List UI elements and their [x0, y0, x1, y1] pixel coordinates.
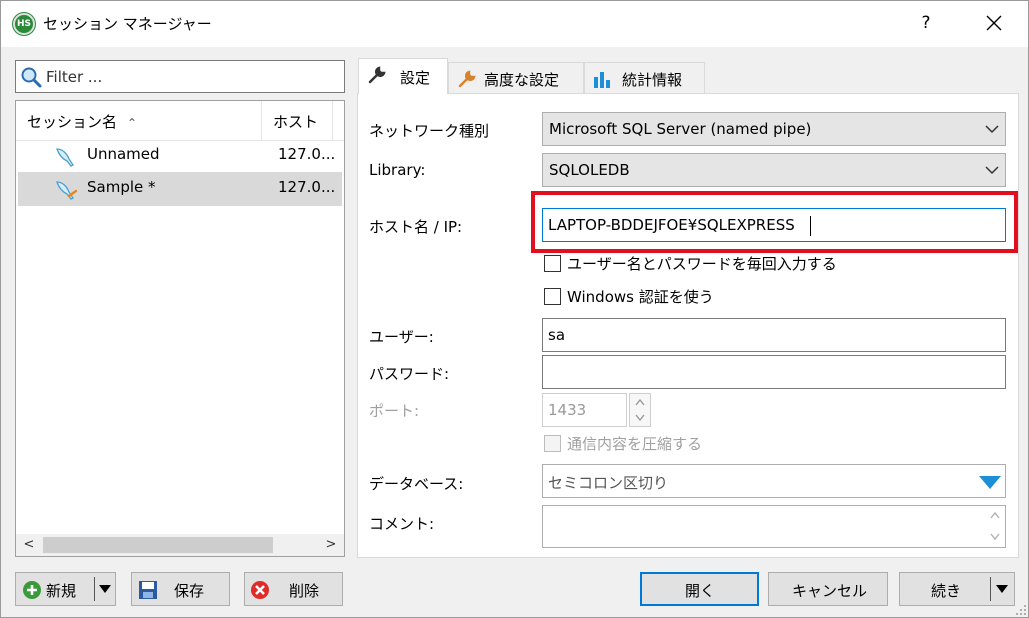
session-name: Sample * [87, 178, 156, 196]
new-session-button[interactable]: 新規 [15, 572, 116, 606]
column-header-session-name[interactable]: セッション名 ⌃ [16, 101, 262, 141]
password-label: パスワード: [369, 365, 450, 383]
comment-textarea[interactable] [542, 505, 1006, 548]
tab-settings[interactable]: 設定 [358, 58, 448, 94]
spin-up-icon[interactable] [635, 398, 645, 406]
library-value: SQLOLEDB [549, 161, 630, 179]
resize-grip-icon[interactable] [1015, 604, 1027, 616]
port-input[interactable]: 1433 [542, 393, 627, 427]
delete-button[interactable]: 削除 [244, 572, 343, 606]
cancel-button[interactable]: キャンセル [768, 572, 888, 606]
port-label: ポート: [369, 402, 420, 420]
scroll-down-icon[interactable] [990, 533, 1000, 541]
port-spinner[interactable] [629, 393, 651, 427]
open-button-label: 開く [685, 582, 716, 600]
library-label: Library: [369, 161, 426, 179]
dropdown-triangle-icon[interactable] [979, 476, 1001, 490]
user-input[interactable]: sa [542, 318, 1006, 352]
chevron-down-icon [985, 125, 999, 134]
filter-input[interactable] [46, 65, 336, 89]
prompt-credentials-label: ユーザー名とパスワードを毎回入力する [567, 255, 837, 273]
compress-checkbox[interactable] [544, 435, 561, 452]
dropdown-arrow-icon[interactable] [99, 585, 111, 594]
scroll-left-icon[interactable]: < [18, 534, 40, 556]
sort-ascending-icon: ⌃ [127, 116, 138, 130]
tab-advanced-settings-label: 高度な設定 [484, 71, 560, 89]
tab-statistics[interactable]: 統計情報 [584, 62, 705, 93]
user-value: sa [548, 326, 566, 344]
delete-button-label: 削除 [289, 582, 320, 600]
port-value: 1433 [548, 401, 587, 419]
user-label: ユーザー: [369, 328, 434, 346]
session-modified-icon [56, 181, 78, 200]
tab-statistics-label: 統計情報 [622, 71, 683, 89]
network-type-value: Microsoft SQL Server (named pipe) [549, 120, 812, 138]
session-name: Unnamed [87, 145, 160, 163]
windows-auth-checkbox[interactable] [544, 288, 561, 305]
save-disk-icon [139, 581, 157, 599]
column-header-session-name-label: セッション名 [27, 113, 118, 131]
password-input[interactable] [542, 355, 1006, 389]
wrench-orange-icon [458, 70, 476, 88]
session-host: 127.0... [278, 145, 336, 163]
database-select[interactable]: セミコロン区切り [542, 464, 1006, 498]
network-type-select[interactable]: Microsoft SQL Server (named pipe) [542, 112, 1006, 146]
session-host: 127.0... [278, 178, 336, 196]
save-button-label: 保存 [174, 582, 205, 600]
horizontal-scrollbar[interactable]: < > [16, 534, 344, 556]
session-icon [56, 148, 74, 167]
bar-chart-icon [594, 72, 610, 88]
dropdown-arrow-icon[interactable] [996, 585, 1008, 594]
split-divider [990, 577, 991, 601]
cancel-button-label: キャンセル [792, 582, 868, 600]
session-list[interactable]: セッション名 ⌃ ホスト Unnamed 127.0... Sample * 12… [15, 100, 345, 557]
open-button[interactable]: 開く [640, 572, 759, 606]
scroll-right-icon[interactable]: > [320, 534, 342, 556]
split-divider [94, 577, 95, 601]
wrench-icon [368, 66, 386, 84]
title-bar: HS セッション マネージャー ? [1, 1, 1028, 47]
tab-advanced-settings[interactable]: 高度な設定 [448, 62, 584, 93]
tab-settings-label: 設定 [400, 69, 431, 87]
host-label: ホスト名 / IP: [369, 218, 463, 236]
library-select[interactable]: SQLOLEDB [542, 153, 1006, 187]
compress-label: 通信内容を圧縮する [567, 435, 703, 453]
database-placeholder: セミコロン区切り [548, 474, 669, 492]
chevron-down-icon [985, 166, 999, 175]
add-icon [23, 581, 41, 599]
network-type-label: ネットワーク種別 [369, 122, 490, 140]
database-label: データベース: [369, 475, 464, 493]
close-icon [986, 15, 1002, 31]
session-row-sample[interactable]: Sample * 127.0... [18, 172, 342, 206]
session-row-unnamed[interactable]: Unnamed 127.0... [18, 139, 342, 173]
session-manager-window: HS セッション マネージャー ? セッション名 ⌃ ホスト Unnamed 12… [0, 0, 1029, 618]
session-list-header: セッション名 ⌃ ホスト [16, 101, 344, 141]
more-button[interactable]: 続き [899, 572, 1015, 606]
close-button[interactable] [981, 10, 1007, 36]
filter-box[interactable] [15, 60, 345, 93]
search-icon [21, 67, 42, 88]
prompt-credentials-checkbox[interactable] [544, 255, 561, 272]
heidisql-app-icon: HS [13, 13, 35, 35]
comment-label: コメント: [369, 515, 435, 533]
window-title: セッション マネージャー [43, 15, 212, 33]
spin-down-icon[interactable] [635, 414, 645, 422]
scroll-up-icon[interactable] [990, 511, 1000, 519]
more-button-label: 続き [931, 582, 962, 600]
help-button[interactable]: ? [913, 10, 939, 36]
column-header-host[interactable]: ホスト [263, 101, 333, 141]
highlight-box [531, 191, 1018, 253]
delete-icon [251, 581, 269, 599]
new-button-label: 新規 [46, 582, 77, 600]
save-button[interactable]: 保存 [131, 572, 230, 606]
comment-scrollbar[interactable] [986, 507, 1004, 546]
scroll-thumb[interactable] [43, 537, 273, 553]
windows-auth-label: Windows 認証を使う [567, 288, 714, 306]
